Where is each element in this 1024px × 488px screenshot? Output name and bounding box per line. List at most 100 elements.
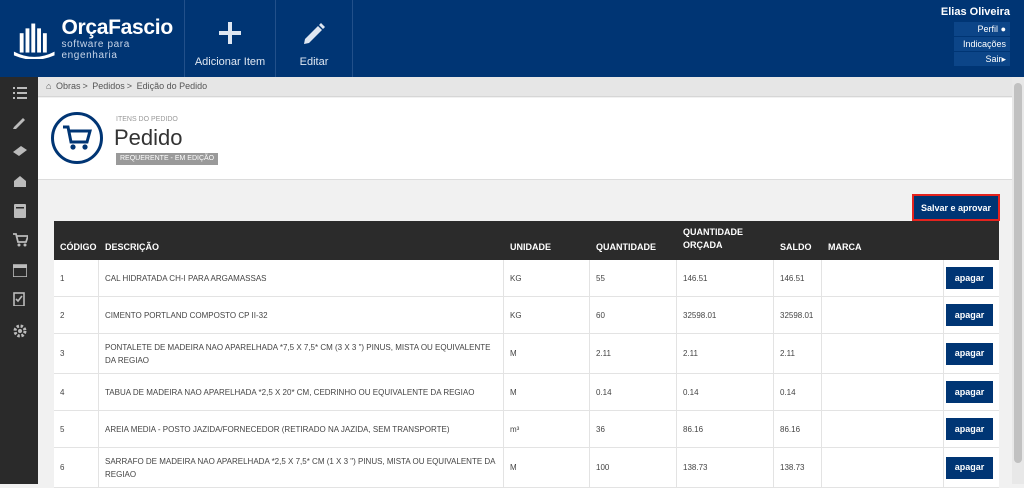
delete-button[interactable]: apagar xyxy=(946,342,993,365)
cell-text: 0.14 xyxy=(596,387,612,397)
cell-descricao: AREIA MEDIA - POSTO JAZIDA/FORNECEDOR (R… xyxy=(99,411,504,447)
edit-label: Editar xyxy=(299,56,329,68)
cell-action: apagar xyxy=(944,374,999,410)
cell-text: M xyxy=(510,349,517,358)
col-quantidade: QUANTIDADE xyxy=(596,242,656,252)
cell-text: 5 xyxy=(60,424,65,434)
main-content: ⌂ Obras > Pedidos > Edição do Pedido ITENS… xyxy=(38,77,1024,488)
layers-icon[interactable] xyxy=(12,143,28,159)
items-table: CÓDIGO DESCRIÇÃO UNIDADE QUANTIDADE QUAN… xyxy=(54,221,999,488)
cell-text: 138.73 xyxy=(780,463,805,472)
cell-unidade: m³ xyxy=(504,411,590,447)
top-bar: OrçaFascio software para engenharia Adic… xyxy=(0,0,1024,77)
cell-text: M xyxy=(510,463,517,472)
cell-saldo: 86.16 xyxy=(774,411,822,447)
scroll-thumb[interactable] xyxy=(1014,83,1022,463)
delete-button[interactable]: apagar xyxy=(946,381,993,403)
cell-codigo: 5 xyxy=(54,411,99,447)
cell-marca xyxy=(822,411,944,447)
cell-action: apagar xyxy=(944,448,999,487)
table-row: 3 PONTALETE DE MADEIRA NAO APARELHADA *7,… xyxy=(54,334,999,374)
cell-text: 6 xyxy=(60,463,65,472)
cell-text: 36 xyxy=(596,424,605,434)
list-icon[interactable] xyxy=(12,85,28,101)
table-row: 1 CAL HIDRATADA CH-I PARA ARGAMASSAS KG 55 1… xyxy=(54,260,999,297)
add-item-button[interactable]: Adicionar Item xyxy=(184,0,275,77)
cell-text: KG xyxy=(510,310,522,320)
scrollbar[interactable] xyxy=(1012,77,1024,484)
cart-icon xyxy=(51,112,103,164)
cell-marca xyxy=(822,374,944,410)
cell-quantidade: 36 xyxy=(590,411,677,447)
cell-saldo: 2.11 xyxy=(774,334,822,373)
cell-text: 86.16 xyxy=(780,424,801,434)
cell-text: 100 xyxy=(596,463,610,472)
profile-link[interactable]: Perfil ● xyxy=(954,22,1010,36)
cell-text: 146.51 xyxy=(780,273,805,283)
add-item-label: Adicionar Item xyxy=(194,56,266,68)
cell-unidade: KG xyxy=(504,297,590,333)
delete-button[interactable]: apagar xyxy=(946,456,993,479)
cart-icon[interactable] xyxy=(12,232,28,248)
cell-codigo: 1 xyxy=(54,260,99,296)
delete-button[interactable]: apagar xyxy=(946,267,993,289)
col-codigo: CÓDIGO xyxy=(60,242,97,252)
table-row: 4 TABUA DE MADEIRA NAO APARELHADA *2,5 X … xyxy=(54,374,999,411)
brand-name: OrçaFascio xyxy=(61,15,173,39)
cell-text: KG xyxy=(510,273,522,283)
delete-button[interactable]: apagar xyxy=(946,304,993,326)
brand-logo[interactable]: OrçaFascio software para engenharia xyxy=(0,0,185,77)
checklist-icon[interactable] xyxy=(12,291,28,307)
cell-quantidade: 60 xyxy=(590,297,677,333)
building-lock-icon[interactable] xyxy=(12,173,28,189)
cell-unidade: M xyxy=(504,448,590,487)
cell-text: 32598.01 xyxy=(780,310,814,320)
cell-qtd_orcada: 86.16 xyxy=(677,411,774,447)
cell-text: 4 xyxy=(60,387,65,397)
cell-text: PONTALETE DE MADEIRA NAO APARELHADA *7,5… xyxy=(105,342,491,365)
cell-qtd_orcada: 32598.01 xyxy=(677,297,774,333)
breadcrumb-obras[interactable]: Obras xyxy=(56,81,81,91)
user-icon: ● xyxy=(1000,24,1006,34)
brand-tagline: software para engenharia xyxy=(61,38,130,61)
table-header: CÓDIGO DESCRIÇÃO UNIDADE QUANTIDADE QUAN… xyxy=(54,221,999,260)
cell-qtd_orcada: 2.11 xyxy=(677,334,774,373)
pencil-ruler-icon[interactable] xyxy=(12,114,28,130)
cell-text: TABUA DE MADEIRA NAO APARELHADA *2,5 X 2… xyxy=(105,387,475,397)
cell-quantidade: 2.11 xyxy=(590,334,677,373)
cell-text: 3 xyxy=(60,349,65,358)
referrals-link[interactable]: Indicações xyxy=(954,37,1010,51)
col-descricao: DESCRIÇÃO xyxy=(105,242,160,252)
cell-saldo: 32598.01 xyxy=(774,297,822,333)
cell-text: 146.51 xyxy=(683,273,708,283)
cell-codigo: 3 xyxy=(54,334,99,373)
pencil-icon xyxy=(301,18,327,48)
delete-button[interactable]: apagar xyxy=(946,418,993,440)
cell-text: 138.73 xyxy=(683,463,708,472)
cell-text: AREIA MEDIA - POSTO JAZIDA/FORNECEDOR (R… xyxy=(105,424,450,434)
user-menu: Elias Oliveira Perfil ● Indicações Sair▸ xyxy=(941,6,1010,67)
logout-link[interactable]: Sair▸ xyxy=(954,52,1010,66)
col-unidade: UNIDADE xyxy=(510,242,552,252)
home-icon[interactable]: ⌂ xyxy=(46,81,51,91)
table-row: 2 CIMENTO PORTLAND COMPOSTO CP II-32 KG 60 3… xyxy=(54,297,999,334)
logout-icon: ▸ xyxy=(1001,54,1006,64)
calendar-icon[interactable] xyxy=(12,262,28,278)
breadcrumb-pedidos[interactable]: Pedidos xyxy=(92,81,125,91)
cell-unidade: M xyxy=(504,374,590,410)
cell-marca xyxy=(822,448,944,487)
cell-descricao: PONTALETE DE MADEIRA NAO APARELHADA *7,5… xyxy=(99,334,504,373)
cell-text: 55 xyxy=(596,273,605,283)
cell-marca xyxy=(822,297,944,333)
cell-descricao: CAL HIDRATADA CH-I PARA ARGAMASSAS xyxy=(99,260,504,296)
cell-unidade: KG xyxy=(504,260,590,296)
cell-text: 0.14 xyxy=(780,387,796,397)
cell-qtd_orcada: 138.73 xyxy=(677,448,774,487)
edit-button[interactable]: Editar xyxy=(275,0,353,77)
cell-codigo: 4 xyxy=(54,374,99,410)
save-approve-button[interactable]: Salvar e aprovar xyxy=(912,194,1000,221)
cell-descricao: SARRAFO DE MADEIRA NAO APARELHADA *2,5 X… xyxy=(99,448,504,487)
book-icon[interactable] xyxy=(12,203,28,219)
gear-icon[interactable] xyxy=(12,323,28,339)
cell-text: 0.14 xyxy=(683,387,699,397)
